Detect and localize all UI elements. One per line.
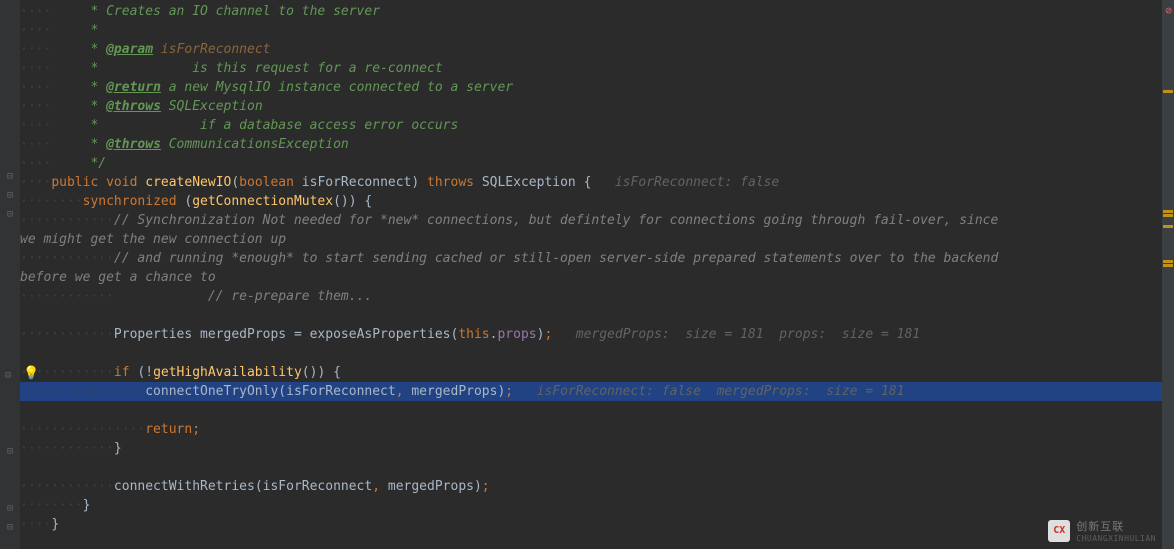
code-line: ···· */ <box>20 154 1162 173</box>
code-line: ············connectWithRetries(isForReco… <box>20 477 1162 496</box>
watermark-sub: CHUANGXINHULIAN <box>1076 534 1156 543</box>
code-line: we might get the new connection up <box>20 230 1162 249</box>
code-line: ····} <box>20 515 1162 534</box>
code-line: ············Properties mergedProps = exp… <box>20 325 1162 344</box>
code-line: ········synchronized (getConnectionMutex… <box>20 192 1162 211</box>
scroll-mark-warning[interactable] <box>1163 260 1173 263</box>
code-line: ············} <box>20 439 1162 458</box>
code-area[interactable]: ···· * Creates an IO channel to the serv… <box>20 0 1162 549</box>
scroll-mark-warning[interactable] <box>1163 90 1173 93</box>
fold-icon[interactable]: ⊟ <box>4 209 16 221</box>
code-line: ············ // re-prepare them... <box>20 287 1162 306</box>
code-line-current: ················connectOneTryOnly(isForR… <box>20 382 1162 401</box>
code-line: ····public void createNewIO(boolean isFo… <box>20 173 1162 192</box>
fold-icon[interactable]: ⊟ <box>2 370 14 382</box>
fold-icon[interactable]: ⊟ <box>4 190 16 202</box>
scroll-mark-warning[interactable] <box>1163 210 1173 213</box>
gutter: ⊟ ⊟ ⊟ ⊟ 💡 ⊟ ⊟ ⊟ <box>0 0 20 549</box>
watermark: CX 创新互联 CHUANGXINHULIAN <box>1048 518 1156 543</box>
editor-container: ⊟ ⊟ ⊟ ⊟ 💡 ⊟ ⊟ ⊟ ···· * Creates an IO cha… <box>0 0 1174 549</box>
scrollbar[interactable]: ⊘ <box>1162 0 1174 549</box>
code-line: ···· * @param isForReconnect <box>20 40 1162 59</box>
intention-bulb-icon[interactable]: 💡 <box>23 368 35 380</box>
code-line: ···· * is this request for a re-connect <box>20 59 1162 78</box>
code-line: ···· * @throws CommunicationsException <box>20 135 1162 154</box>
scroll-mark-warning[interactable] <box>1163 264 1173 267</box>
code-line <box>20 458 1162 477</box>
code-line: ···· * @throws SQLException <box>20 97 1162 116</box>
scroll-mark-warning[interactable] <box>1163 214 1173 217</box>
fold-icon[interactable]: ⊟ <box>4 503 16 515</box>
code-line: ············// Synchronization Not neede… <box>20 211 1162 230</box>
code-line: ···· * Creates an IO channel to the serv… <box>20 2 1162 21</box>
code-line: ········} <box>20 496 1162 515</box>
watermark-text: 创新互联 <box>1076 518 1156 534</box>
code-line: ···· * @return a new MysqlIO instance co… <box>20 78 1162 97</box>
code-line <box>20 401 1162 420</box>
code-line <box>20 306 1162 325</box>
scroll-mark-warning[interactable] <box>1163 225 1173 228</box>
code-line: ···· * <box>20 21 1162 40</box>
fold-icon[interactable]: ⊟ <box>4 446 16 458</box>
watermark-badge: CX <box>1048 520 1070 542</box>
fold-icon[interactable]: ⊟ <box>4 171 16 183</box>
code-line: ············if (!getHighAvailability()) … <box>20 363 1162 382</box>
code-line: ················return; <box>20 420 1162 439</box>
fold-icon[interactable]: ⊟ <box>4 522 16 534</box>
code-line: before we get a chance to <box>20 268 1162 287</box>
code-line: ············// and running *enough* to s… <box>20 249 1162 268</box>
error-indicator-icon[interactable]: ⊘ <box>1165 4 1172 17</box>
code-line: ···· * if a database access error occurs <box>20 116 1162 135</box>
code-line <box>20 344 1162 363</box>
